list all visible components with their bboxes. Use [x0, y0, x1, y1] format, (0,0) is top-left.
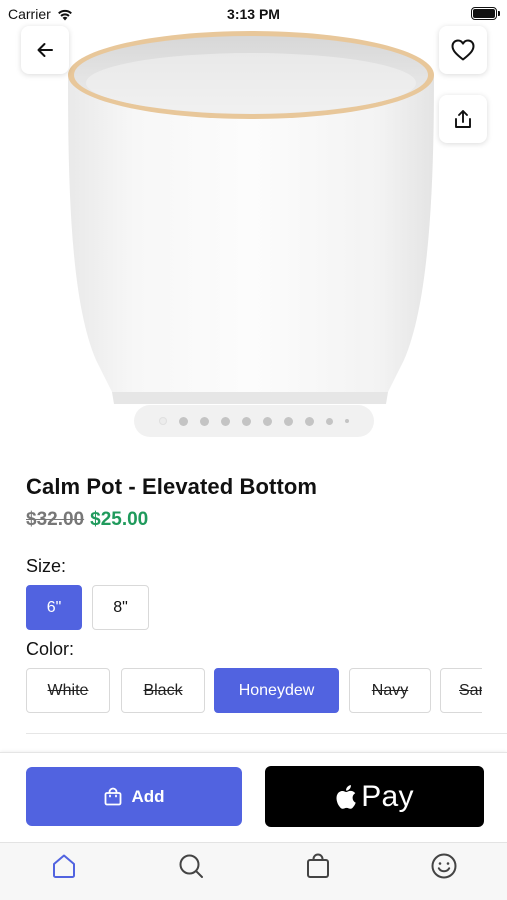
section-divider	[26, 733, 507, 734]
status-time: 3:13 PM	[227, 6, 280, 22]
tab-search[interactable]	[176, 851, 206, 881]
carousel-dot[interactable]	[221, 416, 230, 426]
color-option-sand[interactable]: Sand	[440, 668, 482, 713]
share-icon	[455, 110, 471, 128]
original-price: $32.00	[26, 509, 85, 530]
price-row: $32.00 $25.00	[26, 509, 148, 531]
carousel-dot[interactable]	[242, 416, 251, 426]
apple-pay-button[interactable]: Pay	[265, 766, 484, 827]
carousel-pagination[interactable]	[134, 405, 374, 437]
size-label: Size:	[26, 556, 67, 576]
color-option-black[interactable]: Black	[121, 668, 205, 713]
carousel-dot[interactable]	[326, 417, 333, 425]
share-button[interactable]	[439, 95, 487, 143]
color-option-navy[interactable]: Navy	[349, 668, 431, 713]
carousel-dot[interactable]	[305, 416, 314, 426]
tab-bag[interactable]	[303, 851, 333, 881]
search-icon	[179, 854, 203, 878]
apple-logo-icon	[336, 784, 356, 809]
status-bar: Carrier 3:13 PM	[0, 0, 507, 28]
tab-home[interactable]	[49, 851, 79, 881]
tab-account[interactable]	[429, 851, 459, 881]
home-icon	[53, 854, 75, 878]
add-button-label: Add	[131, 786, 165, 806]
smiley-icon	[431, 853, 457, 879]
carousel-dot[interactable]	[345, 419, 349, 423]
bag-icon	[307, 853, 329, 878]
add-to-bag-button[interactable]: Add	[26, 767, 242, 826]
battery-icon	[471, 7, 500, 20]
arrow-left-icon	[37, 43, 53, 57]
carousel-dot[interactable]	[200, 416, 209, 426]
product-image-carousel[interactable]	[0, 0, 507, 440]
carousel-dot[interactable]	[159, 417, 167, 425]
carousel-dot[interactable]	[284, 416, 293, 426]
back-button[interactable]	[21, 26, 69, 74]
color-label: Color:	[26, 639, 75, 659]
carousel-dot[interactable]	[179, 416, 188, 426]
carousel-dot[interactable]	[263, 416, 272, 426]
color-option-white[interactable]: White	[26, 668, 110, 713]
product-title: Calm Pot - Elevated Bottom	[26, 474, 318, 499]
tab-bar	[0, 842, 507, 900]
size-option-8[interactable]: 8"	[92, 585, 149, 630]
bag-icon	[105, 787, 122, 805]
color-options[interactable]: White Black Honeydew Navy Sand	[26, 668, 482, 716]
favorite-button[interactable]	[439, 26, 487, 74]
size-option-6[interactable]: 6"	[26, 585, 82, 630]
sale-price: $25.00	[90, 509, 149, 530]
heart-icon	[451, 39, 475, 61]
color-option-honeydew[interactable]: Honeydew	[214, 668, 339, 713]
pay-label: Pay	[361, 779, 414, 813]
product-pot-image	[64, 30, 438, 410]
